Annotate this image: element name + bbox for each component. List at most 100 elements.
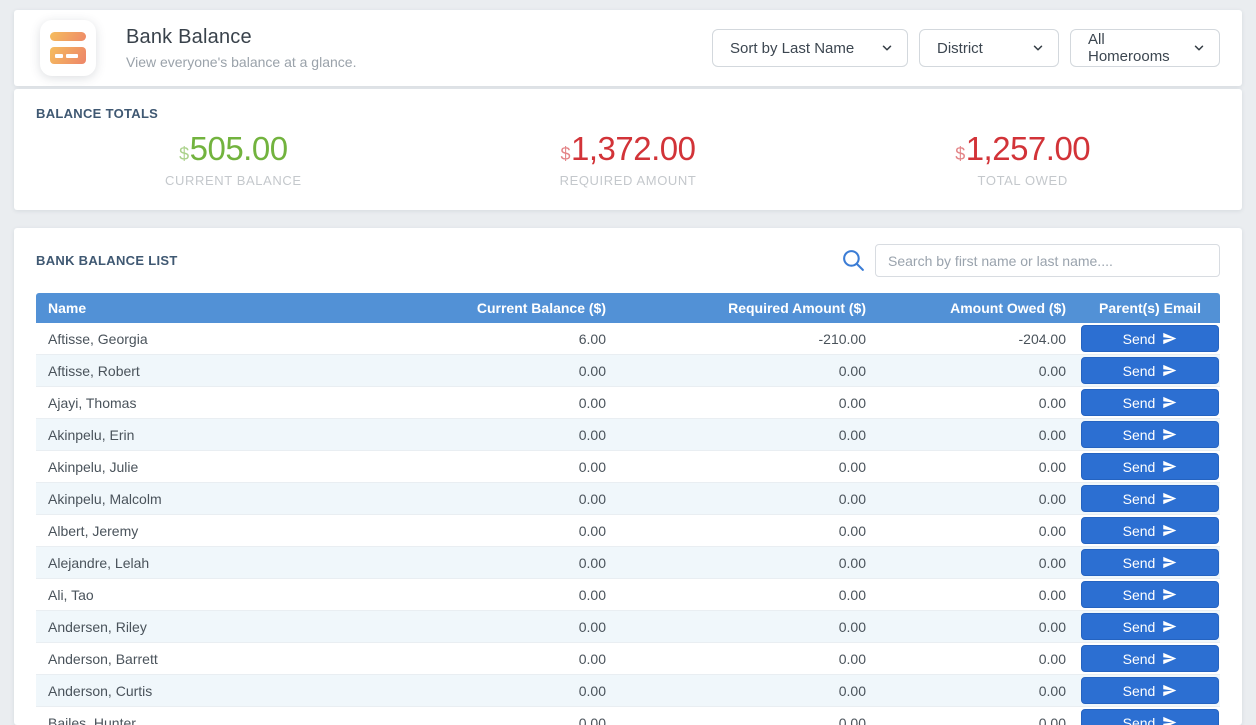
send-email-button[interactable]: Send: [1081, 645, 1219, 672]
paper-plane-icon: [1162, 331, 1177, 346]
send-button-label: Send: [1123, 555, 1156, 571]
student-name: Anderson, Curtis: [36, 675, 436, 707]
amount-owed-value: 0.00: [880, 515, 1080, 547]
send-email-button[interactable]: Send: [1081, 549, 1219, 576]
table-row: Anderson, Curtis 0.00 0.00 0.00 Send: [36, 675, 1220, 707]
balance-totals-title: BALANCE TOTALS: [36, 106, 1220, 121]
student-name: Akinpelu, Erin: [36, 419, 436, 451]
paper-plane-icon: [1162, 459, 1177, 474]
table-row: Albert, Jeremy 0.00 0.00 0.00 Send: [36, 515, 1220, 547]
student-name: Bailes, Hunter: [36, 707, 436, 725]
send-button-label: Send: [1123, 459, 1156, 475]
credit-card-body: [50, 47, 86, 64]
send-email-button[interactable]: Send: [1081, 709, 1219, 725]
required-amount-value: 0.00: [620, 419, 880, 451]
send-email-button[interactable]: Send: [1081, 581, 1219, 608]
current-balance-value: 0.00: [436, 387, 620, 419]
table-row: Akinpelu, Erin 0.00 0.00 0.00 Send: [36, 419, 1220, 451]
district-dropdown[interactable]: District: [919, 29, 1059, 67]
send-email-button[interactable]: Send: [1081, 613, 1219, 640]
send-email-button[interactable]: Send: [1081, 517, 1219, 544]
required-amount-value: 0.00: [620, 579, 880, 611]
total-amount-value: 1,372.00: [571, 130, 695, 167]
amount-owed-value: 0.00: [880, 387, 1080, 419]
paper-plane-icon: [1162, 651, 1177, 666]
student-name: Aftisse, Robert: [36, 355, 436, 387]
required-amount-value: 0.00: [620, 515, 880, 547]
current-balance-value: 0.00: [436, 451, 620, 483]
sort-dropdown-value: Sort by Last Name: [730, 40, 868, 57]
send-button-label: Send: [1123, 491, 1156, 507]
current-balance-value: 0.00: [436, 579, 620, 611]
send-email-button[interactable]: Send: [1081, 453, 1219, 480]
total-owed: $1,257.00 TOTAL OWED: [825, 131, 1220, 188]
required-amount-value: 0.00: [620, 675, 880, 707]
required-amount-value: 0.00: [620, 707, 880, 725]
bank-balance-list-title: BANK BALANCE LIST: [36, 253, 178, 268]
totals-row: $505.00 CURRENT BALANCE $1,372.00 REQUIR…: [36, 131, 1220, 188]
send-email-button[interactable]: Send: [1081, 325, 1219, 352]
amount-owed-value: 0.00: [880, 579, 1080, 611]
student-name: Ajayi, Thomas: [36, 387, 436, 419]
send-email-button[interactable]: Send: [1081, 485, 1219, 512]
required-amount-value: 0.00: [620, 483, 880, 515]
currency-symbol: $: [955, 144, 965, 164]
current-balance-value: 0.00: [436, 355, 620, 387]
amount-owed-value: 0.00: [880, 355, 1080, 387]
list-header: BANK BALANCE LIST: [36, 244, 1220, 277]
send-email-button[interactable]: Send: [1081, 677, 1219, 704]
required-amount-value: 0.00: [620, 611, 880, 643]
required-amount-value: 0.00: [620, 547, 880, 579]
credit-card-icon: [40, 20, 96, 76]
amount-owed-value: -204.00: [880, 323, 1080, 355]
amount-owed-value: 0.00: [880, 643, 1080, 675]
column-header-required-amount[interactable]: Required Amount ($): [620, 293, 880, 323]
total-amount-value: 505.00: [190, 130, 288, 167]
page-subtitle: View everyone's balance at a glance.: [126, 54, 356, 70]
paper-plane-icon: [1162, 715, 1177, 725]
page: Bank Balance View everyone's balance at …: [0, 0, 1256, 725]
column-header-amount-owed[interactable]: Amount Owed ($): [880, 293, 1080, 323]
current-balance-value: 0.00: [436, 419, 620, 451]
send-button-label: Send: [1123, 395, 1156, 411]
credit-card-stripe: [50, 32, 86, 41]
sort-dropdown[interactable]: Sort by Last Name: [712, 29, 908, 67]
search-area: [841, 244, 1220, 277]
paper-plane-icon: [1162, 363, 1177, 378]
current-balance-value: 0.00: [436, 611, 620, 643]
total-label: TOTAL OWED: [825, 173, 1220, 188]
chevron-down-icon: [1031, 41, 1045, 55]
send-email-button[interactable]: Send: [1081, 357, 1219, 384]
homerooms-dropdown[interactable]: All Homerooms: [1070, 29, 1220, 67]
amount-owed-value: 0.00: [880, 483, 1080, 515]
column-header-current-balance[interactable]: Current Balance ($): [436, 293, 620, 323]
student-name: Albert, Jeremy: [36, 515, 436, 547]
district-dropdown-value: District: [937, 40, 1019, 57]
total-current-balance: $505.00 CURRENT BALANCE: [36, 131, 431, 188]
table-row: Ajayi, Thomas 0.00 0.00 0.00 Send: [36, 387, 1220, 419]
send-email-button[interactable]: Send: [1081, 389, 1219, 416]
column-header-name[interactable]: Name: [36, 293, 436, 323]
send-button-label: Send: [1123, 715, 1156, 725]
header-titles: Bank Balance View everyone's balance at …: [126, 26, 356, 70]
current-balance-value: 6.00: [436, 323, 620, 355]
current-balance-value: 0.00: [436, 483, 620, 515]
send-button-label: Send: [1123, 651, 1156, 667]
required-amount-value: 0.00: [620, 355, 880, 387]
amount-owed-value: 0.00: [880, 611, 1080, 643]
chevron-down-icon: [880, 41, 894, 55]
search-input[interactable]: [875, 244, 1220, 277]
currency-symbol: $: [179, 144, 189, 164]
amount-owed-value: 0.00: [880, 675, 1080, 707]
paper-plane-icon: [1162, 619, 1177, 634]
send-button-label: Send: [1123, 331, 1156, 347]
filter-bar: Sort by Last Name District All Homerooms: [712, 29, 1220, 67]
amount-owed-value: 0.00: [880, 707, 1080, 725]
column-header-parents-email[interactable]: Parent(s) Email: [1080, 293, 1220, 323]
search-icon: [841, 248, 866, 273]
send-button-label: Send: [1123, 619, 1156, 635]
table-row: Akinpelu, Malcolm 0.00 0.00 0.00 Send: [36, 483, 1220, 515]
send-email-button[interactable]: Send: [1081, 421, 1219, 448]
required-amount-value: 0.00: [620, 451, 880, 483]
paper-plane-icon: [1162, 491, 1177, 506]
